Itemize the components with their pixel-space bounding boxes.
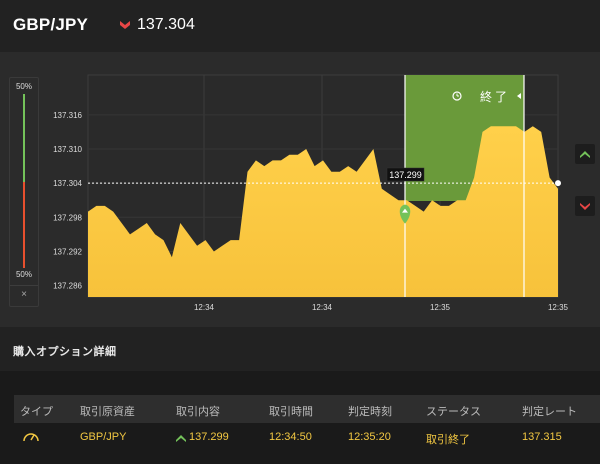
put-button[interactable]	[575, 196, 595, 216]
table-header: タイプ 取引原資産 取引内容 取引時間 判定時刻 ステータス 判定レート	[14, 395, 600, 423]
y-tick-label: 137.310	[53, 145, 82, 154]
column-header: 取引時間	[269, 406, 313, 418]
down-arrow-icon	[580, 203, 590, 210]
current-price: 137.304	[137, 16, 195, 33]
section-title: 購入オプション詳細	[13, 346, 117, 358]
x-tick-label: 12:34	[312, 303, 333, 312]
down-arrow-icon	[120, 21, 130, 29]
header-bar: GBP/JPY 137.304	[0, 0, 600, 53]
expiry-label: 終了	[480, 89, 510, 104]
currency-pair-title: GBP/JPY	[13, 15, 89, 34]
up-arrow-icon	[176, 435, 186, 442]
y-tick-label: 137.298	[53, 213, 82, 222]
call-button[interactable]	[575, 144, 595, 164]
judge-time-cell: 12:35:20	[348, 431, 391, 443]
content-cell: 137.299	[189, 431, 229, 443]
column-header: ステータス	[426, 406, 481, 418]
y-tick-label: 137.304	[53, 179, 82, 188]
status-cell: 取引終了	[426, 434, 470, 446]
current-price-dot	[555, 180, 561, 187]
up-arrow-icon	[580, 151, 590, 158]
x-tick-label: 12:35	[548, 303, 569, 312]
entry-price-tag: 137.299	[386, 167, 425, 182]
x-tick-label: 12:35	[430, 303, 451, 312]
column-header: 取引内容	[176, 406, 220, 418]
column-header: 取引原資産	[80, 406, 135, 418]
price-chart: 137.316 137.310 137.304 137.298 137.292 137.2…	[53, 74, 569, 312]
x-tick-label: 12:34	[194, 303, 215, 312]
asset-cell: GBP/JPY	[80, 431, 127, 443]
time-cell: 12:34:50	[269, 431, 312, 443]
speedometer-icon	[23, 433, 39, 442]
section-header: 購入オプション詳細	[0, 327, 600, 371]
y-tick-label: 137.292	[53, 247, 82, 256]
y-tick-label: 137.316	[53, 111, 82, 120]
column-header: 判定時刻	[348, 406, 392, 418]
table-row[interactable]: GBP/JPY 137.299 12:34:50 12:35:20 取引終了 1…	[14, 423, 600, 451]
rate-cell: 137.315	[522, 431, 562, 443]
entry-price-label: 137.299	[389, 170, 422, 180]
y-tick-label: 137.286	[53, 282, 82, 291]
column-header: 判定レート	[522, 406, 577, 418]
column-header: タイプ	[20, 406, 53, 418]
